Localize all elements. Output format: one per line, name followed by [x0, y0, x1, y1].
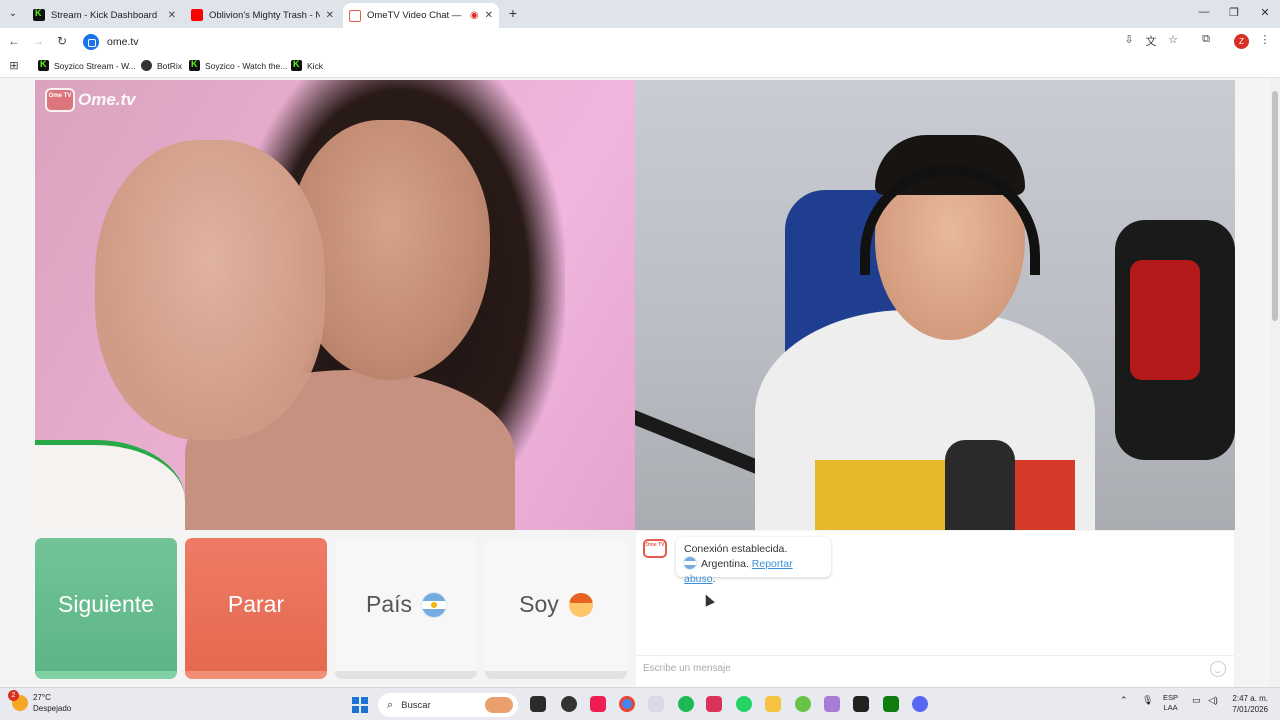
xbox-icon[interactable]	[883, 696, 899, 712]
profile-avatar[interactable]: Z	[1234, 34, 1249, 49]
kick-icon	[189, 59, 200, 71]
close-window-icon[interactable]: ✕	[1251, 6, 1279, 19]
bookmarks-bar: ⊞ Soyzico Stream - W... BotRix Soyzico -…	[0, 56, 1280, 78]
cloud-icon[interactable]	[795, 696, 811, 712]
back-icon[interactable]: ←	[6, 34, 22, 48]
task-view-icon[interactable]	[530, 696, 546, 712]
emoji-icon[interactable]	[1210, 661, 1226, 677]
bookmark-botrix[interactable]: BotRix	[141, 60, 182, 71]
weather-widget[interactable]: 2 27°C Despejado	[8, 690, 71, 714]
ometv-favicon-icon	[349, 9, 361, 22]
chevron-up-icon[interactable]: ⌃	[1120, 695, 1128, 706]
sun-icon: 2	[8, 690, 28, 711]
tab-bar: ⌄ Stream - Kick Dashboard ✕ Oblivion's M…	[0, 0, 1280, 28]
windows-start-icon[interactable]	[352, 697, 368, 713]
reload-icon[interactable]: ↻	[54, 34, 70, 48]
file-explorer-icon[interactable]	[765, 696, 781, 712]
close-icon[interactable]: ✕	[485, 10, 493, 21]
display-icon[interactable]: ▭	[1192, 695, 1201, 706]
translate-icon[interactable]: 文	[1142, 33, 1160, 49]
language-indicator[interactable]: ESP LAA	[1163, 693, 1178, 713]
self-video	[635, 80, 1235, 530]
kick-favicon-icon	[33, 8, 45, 21]
search-highlight-icon	[485, 697, 513, 713]
recording-icon: ◉	[469, 10, 479, 21]
discord-icon[interactable]	[912, 696, 928, 712]
volume-icon[interactable]: ◁)	[1208, 695, 1218, 706]
page-scrollbar[interactable]	[1270, 79, 1280, 687]
kick-icon	[38, 59, 49, 71]
chat-input-bar	[636, 655, 1234, 681]
restore-icon[interactable]: ❐	[1220, 6, 1248, 19]
boy-emoji-icon	[568, 592, 593, 617]
minimize-icon[interactable]: —	[1190, 6, 1218, 18]
system-message: Conexión establecida. Argentina. Reporta…	[676, 537, 831, 585]
next-button[interactable]: Siguiente	[35, 538, 177, 679]
gender-button[interactable]: Soy	[485, 538, 627, 679]
stop-button[interactable]: Parar	[185, 538, 327, 679]
new-tab-icon[interactable]: +	[505, 5, 521, 21]
clock[interactable]: 2:47 a. m. 7/01/2026	[1226, 693, 1268, 715]
argentina-flag-icon	[684, 557, 696, 569]
obs-icon[interactable]	[561, 696, 577, 712]
stranger-video: Ome TV Ome.tv	[35, 80, 635, 530]
message-input[interactable]	[643, 663, 1183, 674]
apps-grid-icon[interactable]: ⊞	[6, 59, 22, 72]
microphone-icon[interactable]: 🎙	[1142, 695, 1153, 706]
taskbar: 2 27°C Despejado ⌕ Buscar ⌃ 🎙 ESP LAA ▭ …	[0, 687, 1280, 720]
bookmark-kick[interactable]: Kick	[291, 59, 323, 71]
app-icon[interactable]	[853, 696, 869, 712]
site-info-icon[interactable]	[83, 34, 99, 50]
capcut-icon[interactable]	[824, 696, 840, 712]
tab-search-chevron-icon[interactable]: ⌄	[4, 5, 22, 23]
ometv-page: Ome TV Ome.tv Siguiente Parar País Soy O…	[0, 79, 1280, 687]
youtube-favicon-icon	[191, 9, 203, 21]
microphone	[945, 440, 1015, 530]
menu-dots-icon[interactable]: ⋮	[1256, 33, 1274, 46]
botrix-icon	[141, 60, 152, 71]
extensions-icon[interactable]: ⧉	[1197, 33, 1215, 46]
ometv-avatar-icon: Ome TV	[643, 539, 667, 558]
address-bar[interactable]: ome.tv	[80, 31, 1165, 53]
chrome-icon[interactable]	[619, 696, 635, 712]
tab-kick-dashboard[interactable]: Stream - Kick Dashboard ✕	[27, 3, 182, 27]
bookmark-soyzico-watch[interactable]: Soyzico - Watch the...	[189, 59, 287, 71]
scrollbar-thumb[interactable]	[1272, 91, 1278, 321]
browser-toolbar: ← → ↻ ome.tv ⇩ 文 ☆ ⧉ ⋮	[0, 28, 1280, 56]
bookmark-soyzico-stream[interactable]: Soyzico Stream - W...	[38, 59, 136, 71]
chat-panel: Ome TV Conexión establecida. Argentina. …	[636, 531, 1234, 687]
search-icon: ⌕	[387, 698, 394, 711]
install-app-icon[interactable]: ⇩	[1120, 33, 1138, 46]
argentina-flag-icon	[422, 592, 447, 617]
taskbar-search[interactable]: ⌕ Buscar	[378, 693, 518, 717]
bookmark-star-icon[interactable]: ☆	[1164, 33, 1182, 46]
music-icon[interactable]	[648, 696, 664, 712]
country-button[interactable]: País	[335, 538, 477, 679]
whatsapp-icon[interactable]	[736, 696, 752, 712]
spotify-icon[interactable]	[678, 696, 694, 712]
twitch-studio-icon[interactable]	[706, 696, 722, 712]
ometv-logo: Ome TV Ome.tv	[45, 88, 136, 112]
tiktok-icon[interactable]	[590, 696, 606, 712]
tab-youtube[interactable]: Oblivion's Mighty Trash - No M ✕	[185, 3, 340, 27]
tab-ometv[interactable]: OmeTV Video Chat — Ome ◉ ✕	[343, 3, 499, 28]
close-icon[interactable]: ✕	[326, 10, 334, 21]
forward-icon[interactable]: →	[30, 34, 46, 48]
ometv-tv-icon: Ome TV	[45, 88, 75, 112]
close-icon[interactable]: ✕	[168, 10, 176, 21]
kick-icon	[291, 59, 302, 71]
